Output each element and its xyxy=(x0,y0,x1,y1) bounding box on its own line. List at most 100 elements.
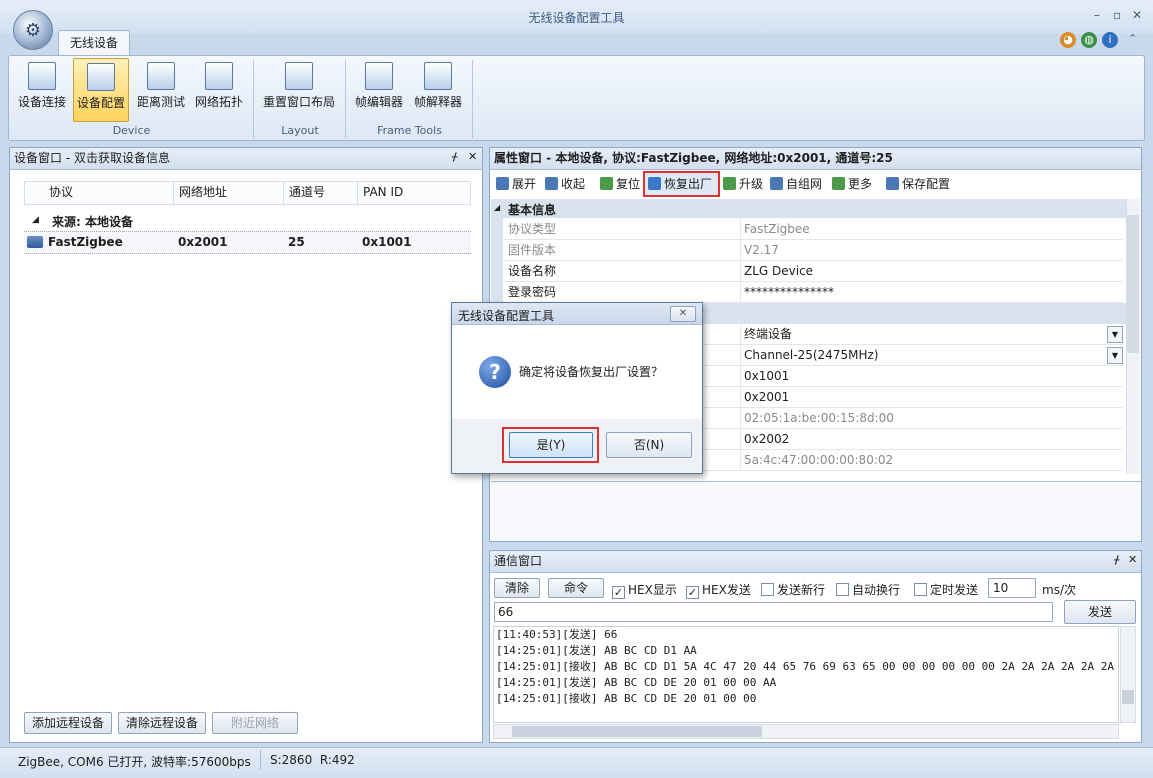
collapse-ribbon-icon[interactable]: ⌃ xyxy=(1128,32,1137,45)
self-network-button[interactable]: 自组网 xyxy=(770,173,822,195)
app-logo-icon[interactable]: ⚙ xyxy=(13,10,53,50)
factory-reset-icon xyxy=(648,177,661,190)
frame-parser-button[interactable]: 帧解释器 xyxy=(410,58,466,122)
checkbox-icon xyxy=(836,583,849,596)
more-button[interactable]: 更多 xyxy=(832,173,872,195)
send-input[interactable]: 66 xyxy=(494,602,1053,622)
timed-send-checkbox[interactable]: 定时发送 xyxy=(914,581,978,598)
dropdown-arrow-icon[interactable]: ▼ xyxy=(1107,326,1123,343)
panel-close-icon[interactable]: ✕ xyxy=(1128,553,1137,566)
traffic-counts: S:2860 R:492 xyxy=(270,753,355,767)
checkbox-checked-icon: ✓ xyxy=(686,586,699,599)
device-icon xyxy=(27,236,43,248)
no-button[interactable]: 否(N) xyxy=(606,432,692,458)
collapse-icon xyxy=(545,177,558,190)
log-line: [14:25:01][接收] AB BC CD D1 5A 4C 47 20 4… xyxy=(496,660,1116,673)
collapse-triangle-icon[interactable]: ◢ xyxy=(494,203,500,212)
reset-layout-button[interactable]: 重置窗口布局 xyxy=(259,58,339,122)
upgrade-icon xyxy=(723,177,736,190)
column-header[interactable]: 协议 xyxy=(44,182,174,204)
save-config-button[interactable]: 保存配置 xyxy=(886,173,950,195)
column-header[interactable]: 通道号 xyxy=(284,182,358,204)
more-icon xyxy=(832,177,845,190)
network-topology-button[interactable]: 网络拓扑 xyxy=(191,58,247,122)
close-icon[interactable]: ✕ xyxy=(1128,8,1146,24)
cell-pan-id: 0x1001 xyxy=(362,235,412,249)
log-vertical-scrollbar[interactable] xyxy=(1120,626,1136,723)
device-panel-title: 设备窗口 - 双击获取设备信息 xyxy=(10,148,482,170)
hex-display-checkbox[interactable]: ✓ HEX显示 xyxy=(612,581,677,599)
reset-button[interactable]: 复位 xyxy=(600,173,640,195)
property-row[interactable]: 设备名称 ZLG Device xyxy=(504,261,1123,282)
device-config-button[interactable]: 设备配置 xyxy=(73,58,129,122)
property-row[interactable]: 登录密码 *************** xyxy=(504,282,1123,303)
auto-wrap-checkbox[interactable]: 自动换行 xyxy=(836,581,900,598)
device-connect-button[interactable]: 设备连接 xyxy=(14,58,70,122)
log-line: [14:25:01][发送] AB BC CD DE 20 01 00 00 A… xyxy=(496,676,777,689)
info-icon[interactable]: i xyxy=(1102,32,1118,48)
window-title: 无线设备配置工具 xyxy=(528,11,625,25)
property-row[interactable]: 固件版本 V2.17 xyxy=(504,240,1123,261)
group-label-layout: Layout xyxy=(281,124,319,137)
link-icon xyxy=(28,62,56,90)
log-line: [14:25:01][发送] AB BC CD D1 AA xyxy=(496,644,697,657)
cell-address: 0x2001 xyxy=(178,235,228,249)
frame-edit-icon xyxy=(365,62,393,90)
topology-icon xyxy=(205,62,233,90)
properties-panel-title: 属性窗口 - 本地设备, 协议:FastZigbee, 网络地址:0x2001,… xyxy=(490,148,1141,170)
cell-channel: 25 xyxy=(288,235,305,249)
section-title-basic: 基本信息 xyxy=(508,203,557,217)
column-header[interactable]: PAN ID xyxy=(358,182,470,204)
column-header[interactable]: 网络地址 xyxy=(174,182,284,204)
clear-remote-device-button[interactable]: 清除远程设备 xyxy=(118,712,206,734)
palette-icon[interactable]: ◕ xyxy=(1060,32,1076,48)
checkbox-checked-icon: ✓ xyxy=(612,586,625,599)
collapse-button[interactable]: 收起 xyxy=(545,173,585,195)
dialog-close-icon[interactable]: ✕ xyxy=(670,306,696,322)
factory-reset-button[interactable]: 恢复出厂 xyxy=(643,171,720,197)
config-icon xyxy=(87,63,115,91)
group-label-frame-tools: Frame Tools xyxy=(377,124,442,137)
frame-editor-button[interactable]: 帧编辑器 xyxy=(351,58,407,122)
tab-wireless-device[interactable]: 无线设备 xyxy=(58,30,130,56)
yes-button[interactable]: 是(Y) xyxy=(509,432,593,458)
reset-icon xyxy=(600,177,613,190)
group-divider xyxy=(472,60,473,138)
group-row: 来源: 本地设备 xyxy=(52,215,133,229)
command-button[interactable]: 命令 xyxy=(548,578,604,598)
scrollbar-thumb[interactable] xyxy=(1122,690,1134,704)
scrollbar-thumb[interactable] xyxy=(512,726,762,737)
clear-button[interactable]: 清除 xyxy=(494,578,540,598)
interval-unit: ms/次 xyxy=(1042,583,1076,597)
group-label-device: Device xyxy=(112,124,151,137)
minimize-icon[interactable]: – xyxy=(1088,8,1106,24)
send-button[interactable]: 发送 xyxy=(1064,600,1136,624)
log-line: [11:40:53][发送] 66 xyxy=(496,628,618,641)
add-remote-device-button[interactable]: 添加远程设备 xyxy=(24,712,112,734)
section-header-basic[interactable] xyxy=(491,199,1127,218)
globe-icon[interactable]: ◍ xyxy=(1081,32,1097,48)
checkbox-icon xyxy=(914,583,927,596)
expand-icon xyxy=(496,177,509,190)
distance-test-button[interactable]: 距离测试 xyxy=(133,58,189,122)
property-row[interactable]: 协议类型 FastZigbee xyxy=(504,219,1123,240)
network-icon xyxy=(770,177,783,190)
save-icon xyxy=(886,177,899,190)
scrollbar-thumb[interactable] xyxy=(1127,215,1139,353)
hex-send-checkbox[interactable]: ✓ HEX发送 xyxy=(686,581,751,599)
dropdown-arrow-icon[interactable]: ▼ xyxy=(1107,347,1123,364)
interval-input[interactable]: 10 xyxy=(988,578,1036,598)
pin-icon[interactable]: ᚋ xyxy=(452,150,457,163)
panel-close-icon[interactable]: ✕ xyxy=(468,150,477,163)
pin-icon[interactable]: ᚋ xyxy=(1114,553,1119,566)
dialog-title: 无线设备配置工具 xyxy=(458,309,555,323)
expand-button[interactable]: 展开 xyxy=(496,173,536,195)
nearby-network-button[interactable]: 附近网络 xyxy=(212,712,298,734)
maximize-icon[interactable]: ▫ xyxy=(1108,8,1126,24)
send-newline-checkbox[interactable]: 发送新行 xyxy=(761,581,825,598)
group-divider xyxy=(345,60,346,138)
collapse-triangle-icon[interactable]: ◢ xyxy=(32,215,39,225)
checkbox-icon xyxy=(761,583,774,596)
upgrade-button[interactable]: 升级 xyxy=(723,173,763,195)
status-divider xyxy=(260,750,261,770)
